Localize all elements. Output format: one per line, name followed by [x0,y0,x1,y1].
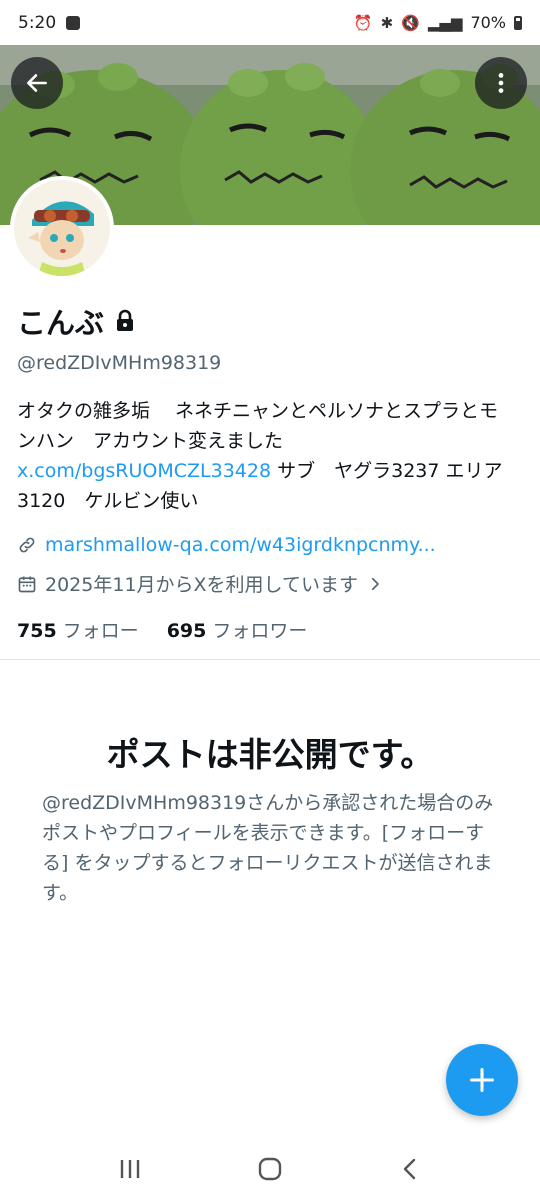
followers-count[interactable]: 695 [167,620,207,642]
section-divider [0,659,540,660]
website-row[interactable]: marshmallow-qa.com/w43igrdknpcnmy... [17,534,436,556]
system-nav-bar [0,1138,540,1200]
status-bar: 5:20 ⏰ ✱ 🔇 ▂▄▆ 70% [0,0,540,45]
bluetooth-icon: ✱ [380,13,394,32]
back-button[interactable] [11,57,63,109]
status-left: 5:20 [18,12,81,33]
compose-button[interactable] [446,1044,518,1116]
private-posts-message: @redZDIvMHm98319さんから承認された場合のみポストやプロフィールを… [42,792,494,904]
status-right: ⏰ ✱ 🔇 ▂▄▆ 70% [354,13,522,32]
following-count[interactable]: 755 [17,620,57,642]
more-vertical-icon [498,73,504,93]
display-name: こんぶ [17,306,105,340]
joined-row[interactable]: 2025年11月からXを利用しています [17,570,384,597]
arrow-left-icon [27,74,47,92]
follow-stats: 755 フォロー 695 フォロワー [17,616,307,643]
private-posts-title: ポストは非公開です。 [106,735,434,774]
home-icon [258,1157,282,1181]
avatar[interactable] [10,176,114,280]
followers-label[interactable]: フォロワー [212,616,307,643]
alarm-icon: ⏰ [353,13,373,32]
more-options-button[interactable] [475,57,527,109]
signal-icon: ▂▄▆ [427,13,463,32]
name-row: こんぶ [17,300,136,342]
battery-percent: 70% [470,13,506,32]
status-time: 5:20 [18,12,57,33]
chevron-right-icon [371,577,379,590]
plus-icon [469,1067,495,1093]
recent-apps-button[interactable] [105,1144,155,1194]
bio-text: オタクの雑多垢 ネネチニャンとペルソナとスプラとモンハン アカウント変えました [17,400,499,452]
bio-link[interactable]: x.com/bgsRUOMCZL33428 [17,460,271,482]
joined-date: 2025年11月からXを利用しています [45,574,358,596]
home-button[interactable] [245,1144,295,1194]
link-icon [19,537,35,553]
avatar-image [14,180,110,276]
calendar-icon [18,576,36,592]
recent-apps-icon [120,1160,140,1178]
app-notification-icon [66,15,81,30]
battery-icon [514,15,522,30]
user-handle: @redZDIvMHm98319 [17,352,222,374]
following-label[interactable]: フォロー [63,616,139,643]
chevron-left-icon [403,1158,416,1180]
lock-icon [117,309,134,331]
profile-bio: オタクの雑多垢 ネネチニャンとペルソナとスプラとモンハン アカウント変えました … [17,396,517,516]
mute-icon: 🔇 [401,13,420,32]
website-url[interactable]: marshmallow-qa.com/w43igrdknpcnmy... [45,534,436,556]
system-back-button[interactable] [385,1144,435,1194]
